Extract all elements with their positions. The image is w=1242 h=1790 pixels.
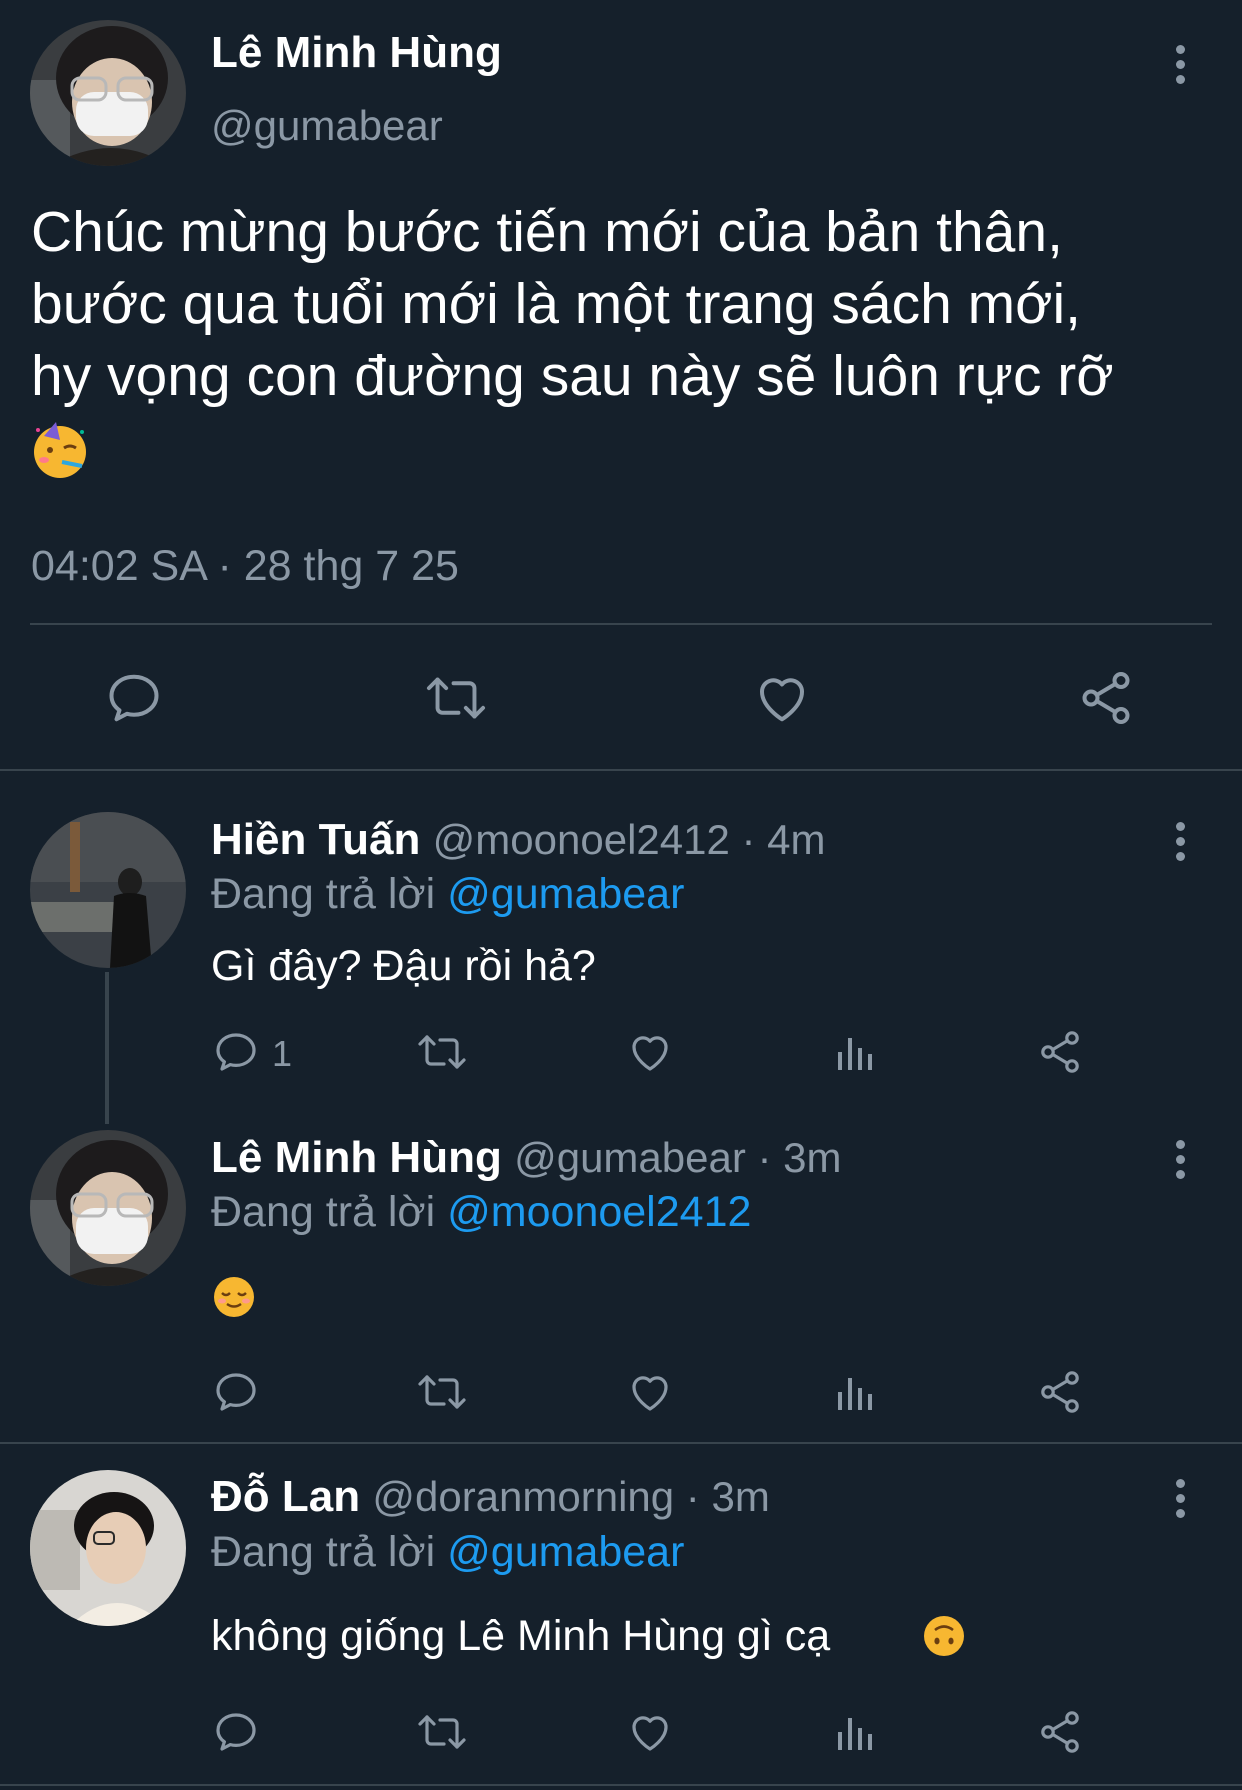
reply-3-text: không giống Lê Minh Hùng gì cạ (211, 1612, 831, 1660)
reply-3-text-line: không giống Lê Minh Hùng gì cạ (211, 1612, 830, 1661)
reply-1-share-icon[interactable] (1036, 1028, 1084, 1076)
reply-3-reply-icon[interactable] (212, 1708, 260, 1756)
main-like-icon[interactable] (752, 668, 812, 728)
reply-1-more-options-icon[interactable] (1174, 822, 1186, 867)
reply-3-author-name[interactable]: Đỗ Lan (211, 1472, 360, 1521)
reply-thread-divider (0, 1442, 1242, 1444)
reply-2-more-options-icon[interactable] (1174, 1140, 1186, 1185)
main-retweet-icon[interactable] (424, 668, 488, 728)
reply-3-replying-line: Đang trả lời @gumabear (211, 1528, 684, 1577)
reply-3-like-icon[interactable] (626, 1708, 674, 1756)
reply-3-retweet-icon[interactable] (416, 1708, 468, 1756)
thread-line (105, 972, 109, 1124)
avatar-hien-tuan[interactable] (30, 812, 186, 968)
partying-face-emoji (30, 420, 90, 480)
reply-2-retweet-icon[interactable] (416, 1368, 468, 1416)
reply-3-more-options-icon[interactable] (1174, 1479, 1186, 1524)
upside-down-face-emoji (922, 1614, 966, 1658)
reply-1-author-name[interactable]: Hiền Tuấn (211, 815, 420, 864)
avatar-main[interactable] (30, 20, 186, 166)
bottom-divider (0, 1784, 1242, 1786)
reply-2-analytics-icon[interactable] (832, 1368, 880, 1416)
reply-1-like-icon[interactable] (626, 1028, 674, 1076)
reply-1-replying-prefix: Đang trả lời (211, 870, 436, 918)
reply-2-replying-line: Đang trả lời @moonoel2412 (211, 1188, 751, 1237)
main-tweet-line: bước qua tuổi mới là một trang sách mới, (31, 272, 1082, 336)
reply-2-like-icon[interactable] (626, 1368, 674, 1416)
reply-1-retweet-icon[interactable] (416, 1028, 468, 1076)
reply-2-share-icon[interactable] (1036, 1368, 1084, 1416)
avatar-do-lan[interactable] (30, 1470, 186, 1626)
reply-1-replying-to[interactable]: @gumabear (447, 870, 684, 918)
main-tweet-divider (0, 769, 1242, 771)
reply-2-replying-prefix: Đang trả lời (211, 1188, 436, 1236)
timestamp-divider (30, 623, 1212, 625)
reply-1-reply-icon[interactable] (212, 1028, 260, 1076)
reply-2-replying-to[interactable]: @moonoel2412 (447, 1188, 751, 1236)
reply-1-replying-line: Đang trả lời @gumabear (211, 870, 684, 919)
reply-2-header: Lê Minh Hùng @gumabear · 3m (211, 1133, 842, 1183)
reply-2-author-name[interactable]: Lê Minh Hùng (211, 1133, 502, 1182)
reply-2-reply-icon[interactable] (212, 1368, 260, 1416)
reply-3-replying-prefix: Đang trả lời (211, 1528, 436, 1576)
reply-1-analytics-icon[interactable] (832, 1028, 880, 1076)
reply-3-analytics-icon[interactable] (832, 1708, 880, 1756)
main-timestamp[interactable]: 04:02 SA · 28 thg 7 25 (31, 542, 459, 591)
main-tweet-line: Chúc mừng bước tiến mới của bản thân, (31, 200, 1063, 264)
reply-3-replying-to[interactable]: @gumabear (447, 1528, 684, 1576)
reply-2-handle-time[interactable]: @gumabear · 3m (514, 1134, 841, 1181)
relieved-face-emoji (212, 1275, 256, 1319)
reply-1-reply-count: 1 (272, 1033, 293, 1074)
main-author-name[interactable]: Lê Minh Hùng (211, 28, 502, 78)
reply-3-handle-time[interactable]: @doranmorning · 3m (372, 1473, 769, 1520)
reply-1-header: Hiền Tuấn @moonoel2412 · 4m (211, 815, 826, 865)
main-tweet-line: hy vọng con đường sau này sẽ luôn rực rỡ (31, 344, 1114, 408)
main-reply-icon[interactable] (104, 668, 164, 728)
main-tweet-text: Chúc mừng bước tiến mới của bản thân, bư… (31, 196, 1114, 412)
main-share-icon[interactable] (1076, 668, 1136, 728)
main-handle[interactable]: @gumabear (211, 102, 443, 150)
main-more-options-icon[interactable] (1174, 45, 1186, 90)
reply-1-text: Gì đây? Đậu rồi hả? (211, 942, 596, 990)
reply-3-header: Đỗ Lan @doranmorning · 3m (211, 1472, 770, 1522)
avatar-le-minh-hung[interactable] (30, 1130, 186, 1286)
reply-1-handle-time[interactable]: @moonoel2412 · 4m (433, 816, 826, 863)
reply-3-share-icon[interactable] (1036, 1708, 1084, 1756)
